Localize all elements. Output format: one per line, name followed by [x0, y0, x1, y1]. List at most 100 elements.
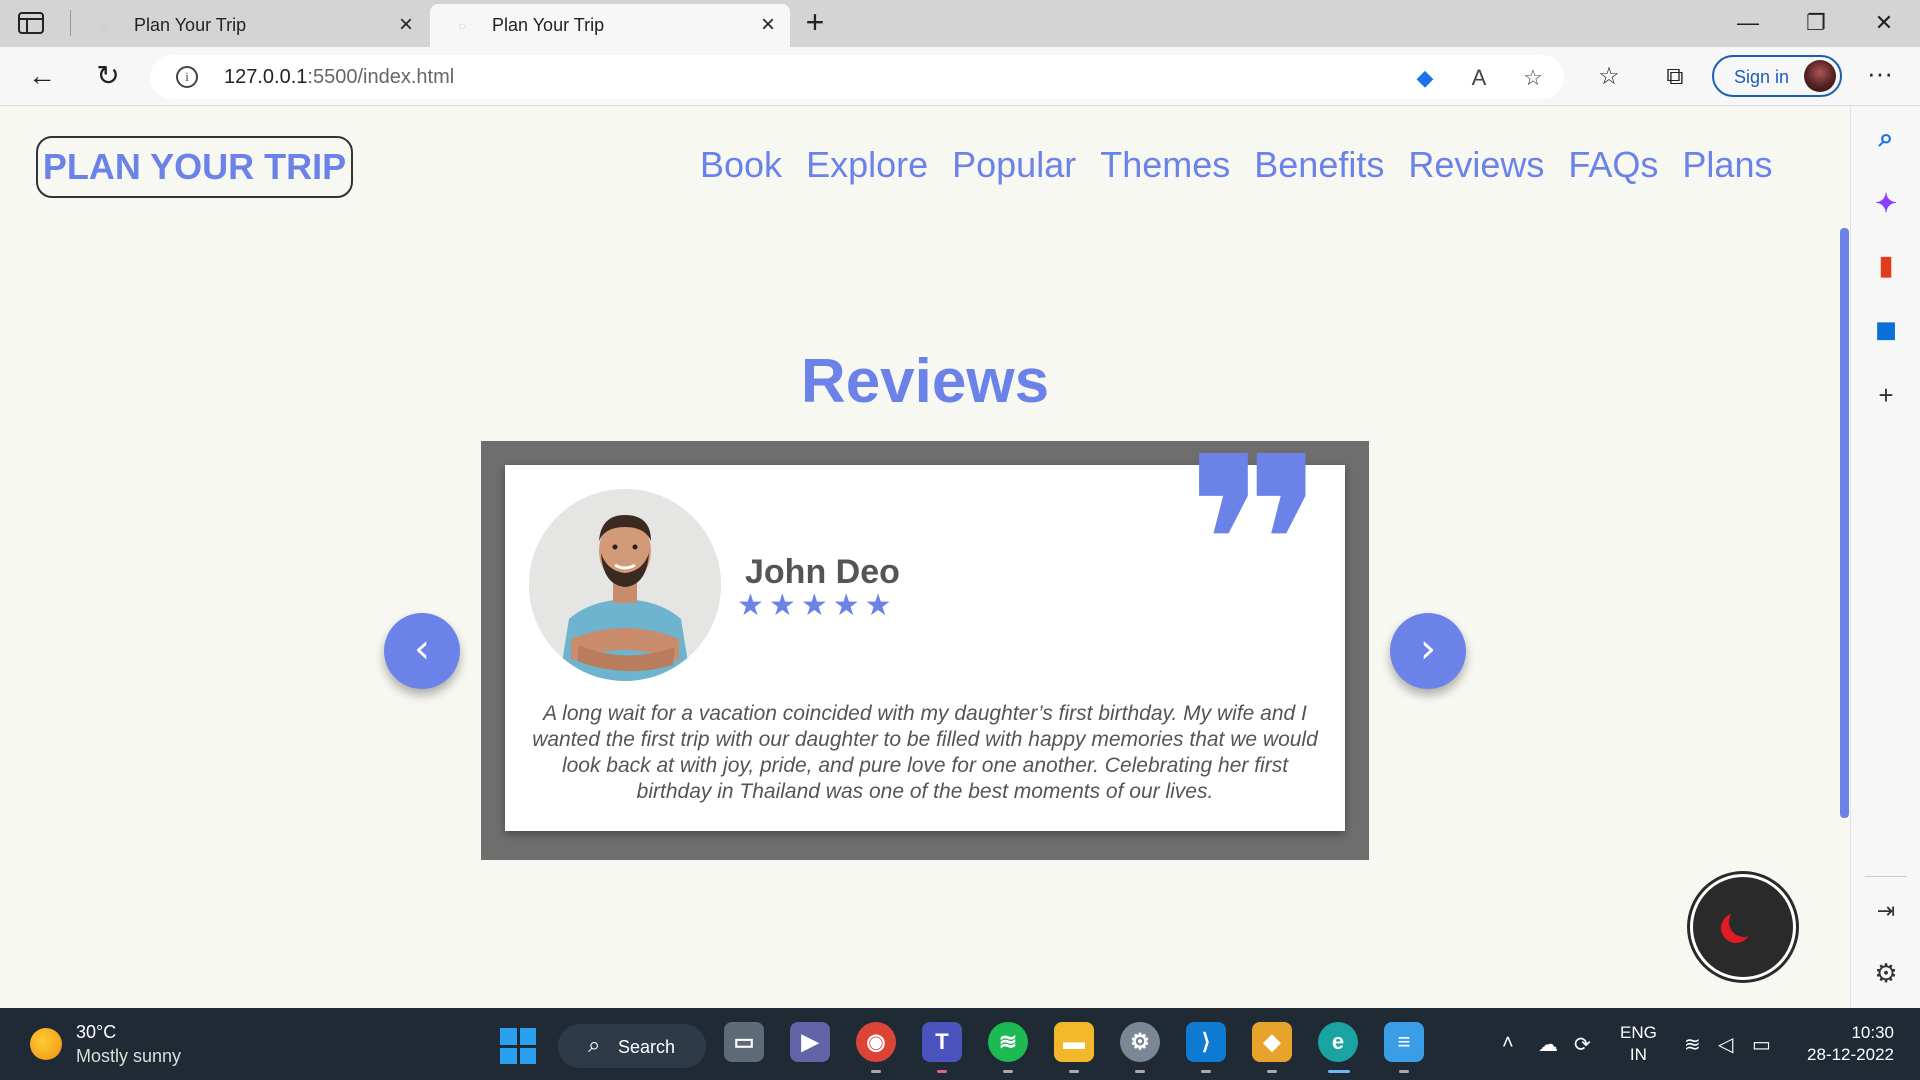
- running-indicator: [1135, 1070, 1145, 1073]
- url-bar[interactable]: i 127.0.0.1:5500/index.html ◆ A ☆: [150, 55, 1564, 99]
- site-nav: Book Explore Popular Themes Benefits Rev…: [700, 144, 1772, 186]
- notepad-icon[interactable]: ≡: [1384, 1022, 1424, 1062]
- section-title: Reviews: [800, 347, 1050, 416]
- weather-description[interactable]: Mostly sunny: [76, 1046, 181, 1067]
- active-indicator: [1328, 1070, 1350, 1073]
- taskbar-search-label: Search: [618, 1037, 676, 1057]
- close-tab-icon[interactable]: ×: [394, 12, 418, 38]
- read-aloud-icon[interactable]: A: [1464, 63, 1494, 93]
- add-favorite-icon[interactable]: ☆: [1518, 63, 1548, 93]
- tab-title: Plan Your Trip: [492, 15, 605, 35]
- star-icon: ★: [864, 589, 892, 622]
- favicon-icon: ◌: [458, 18, 466, 33]
- browser-tab-1[interactable]: ◌ Plan Your Trip ×: [72, 4, 428, 47]
- running-indicator: [1069, 1070, 1079, 1073]
- nav-plans[interactable]: Plans: [1682, 144, 1772, 186]
- dark-mode-toggle[interactable]: [1690, 874, 1796, 980]
- weather-temperature[interactable]: 30°C: [76, 1022, 116, 1043]
- wifi-icon[interactable]: ≋: [1684, 1032, 1701, 1057]
- review-card: John Deo ★ ★ ★ ★ ★ ❞ A long wait for a v…: [505, 425, 1345, 831]
- running-indicator: [1003, 1070, 1013, 1073]
- spotify-icon[interactable]: ≋: [988, 1022, 1028, 1062]
- sign-in-label: Sign in: [1734, 67, 1790, 87]
- reload-icon[interactable]: ↻: [90, 59, 126, 95]
- office-icon[interactable]: ▮: [1869, 248, 1903, 282]
- task-view-icon[interactable]: ▭: [724, 1022, 764, 1062]
- nav-explore[interactable]: Explore: [806, 144, 928, 186]
- vscode-icon[interactable]: ⟩: [1186, 1022, 1226, 1062]
- web-page: PLAN YOUR TRIP Book Explore Popular Them…: [0, 106, 1840, 1008]
- weather-sun-icon[interactable]: [30, 1028, 62, 1060]
- close-window-icon[interactable]: ✕: [1854, 6, 1914, 40]
- new-tab-icon[interactable]: +: [800, 6, 830, 38]
- nav-popular[interactable]: Popular: [952, 144, 1076, 186]
- back-icon[interactable]: ←: [24, 59, 60, 95]
- restore-icon[interactable]: ❐: [1786, 6, 1846, 40]
- site-logo[interactable]: PLAN YOUR TRIP: [36, 136, 353, 198]
- minimize-icon[interactable]: —: [1718, 6, 1778, 40]
- site-info-icon[interactable]: i: [176, 66, 198, 88]
- meet-icon[interactable]: ▶: [790, 1022, 830, 1062]
- carousel-prev-button[interactable]: ‹: [384, 613, 460, 689]
- start-button[interactable]: [500, 1028, 536, 1064]
- edge-sidebar: ⌕ ✦ ▮ ◼ + ⇥ ⚙: [1850, 106, 1920, 1008]
- outlook-icon[interactable]: ◼: [1869, 312, 1903, 346]
- sidebar-divider: [1865, 876, 1907, 877]
- nav-themes[interactable]: Themes: [1100, 144, 1230, 186]
- region-code: IN: [1629, 1045, 1647, 1064]
- file-explorer-icon[interactable]: ▬: [1054, 1022, 1094, 1062]
- language-code: ENG: [1620, 1023, 1657, 1042]
- tab-actions-icon[interactable]: [18, 12, 44, 34]
- close-tab-icon[interactable]: ×: [756, 12, 780, 38]
- system-clock[interactable]: 10:30 28-12-2022: [1798, 1022, 1894, 1066]
- carousel-next-button[interactable]: ›: [1390, 613, 1466, 689]
- tab-title: Plan Your Trip: [134, 15, 247, 35]
- volume-icon[interactable]: ◁: [1718, 1032, 1733, 1057]
- clock-date: 28-12-2022: [1807, 1045, 1894, 1064]
- reviewer-name: John Deo: [745, 553, 900, 591]
- running-indicator: [1399, 1070, 1409, 1073]
- battery-icon[interactable]: ▭: [1752, 1032, 1771, 1057]
- settings-app-icon[interactable]: ⚙: [1120, 1022, 1160, 1062]
- star-icon: ★: [832, 589, 860, 622]
- reviewer-photo: [529, 489, 721, 681]
- page-scrollbar[interactable]: [1840, 228, 1849, 818]
- star-icon: ★: [800, 589, 828, 622]
- nav-faqs[interactable]: FAQs: [1568, 144, 1658, 186]
- favorites-icon[interactable]: ☆: [1592, 60, 1626, 94]
- settings-gear-icon[interactable]: ⚙: [1869, 956, 1903, 990]
- running-indicator: [937, 1070, 947, 1073]
- address-toolbar: ← ↻ i 127.0.0.1:5500/index.html ◆ A ☆ ☆ …: [0, 47, 1920, 106]
- teams-icon[interactable]: T: [922, 1022, 962, 1062]
- windows-taskbar: 30°C Mostly sunny ⌕ Search ▭ ▶ ◉ T ≋ ▬ ⚙…: [0, 1008, 1920, 1080]
- hide-sidebar-icon[interactable]: ⇥: [1869, 894, 1903, 928]
- chrome-icon[interactable]: ◉: [856, 1022, 896, 1062]
- url-text[interactable]: 127.0.0.1:5500/index.html: [224, 66, 454, 89]
- browser-tab-2[interactable]: ◌ Plan Your Trip ×: [430, 4, 790, 47]
- browser-tab-bar: ◌ Plan Your Trip × ◌ Plan Your Trip × + …: [0, 0, 1920, 47]
- search-icon[interactable]: ⌕: [1869, 120, 1903, 154]
- nav-reviews[interactable]: Reviews: [1408, 144, 1544, 186]
- onedrive-cloud-icon[interactable]: ☁: [1538, 1032, 1558, 1057]
- clock-time: 10:30: [1851, 1023, 1894, 1042]
- search-icon: ⌕: [588, 1032, 601, 1057]
- language-indicator[interactable]: ENG IN: [1620, 1022, 1657, 1066]
- nav-benefits[interactable]: Benefits: [1254, 144, 1384, 186]
- sync-icon[interactable]: ⟳: [1574, 1032, 1591, 1057]
- show-hidden-icons-icon[interactable]: ˄: [1502, 1032, 1514, 1055]
- collections-icon[interactable]: ⧉: [1658, 60, 1692, 94]
- copilot-icon[interactable]: ✦: [1869, 186, 1903, 220]
- taskbar-search[interactable]: ⌕ Search: [558, 1024, 706, 1068]
- add-sidebar-app-icon[interactable]: +: [1869, 378, 1903, 412]
- running-indicator: [871, 1070, 881, 1073]
- nav-book[interactable]: Book: [700, 144, 782, 186]
- git-app-icon[interactable]: ◆: [1252, 1022, 1292, 1062]
- shopping-tag-icon[interactable]: ◆: [1410, 63, 1440, 93]
- sign-in-button[interactable]: Sign in: [1712, 55, 1842, 97]
- more-options-icon[interactable]: ···: [1862, 59, 1898, 93]
- moon-icon: [1729, 907, 1759, 937]
- url-host: 127.0.0.1: [224, 66, 308, 88]
- review-text: A long wait for a vacation coincided wit…: [532, 702, 1318, 803]
- running-indicator: [1267, 1070, 1277, 1073]
- edge-icon[interactable]: e: [1318, 1022, 1358, 1062]
